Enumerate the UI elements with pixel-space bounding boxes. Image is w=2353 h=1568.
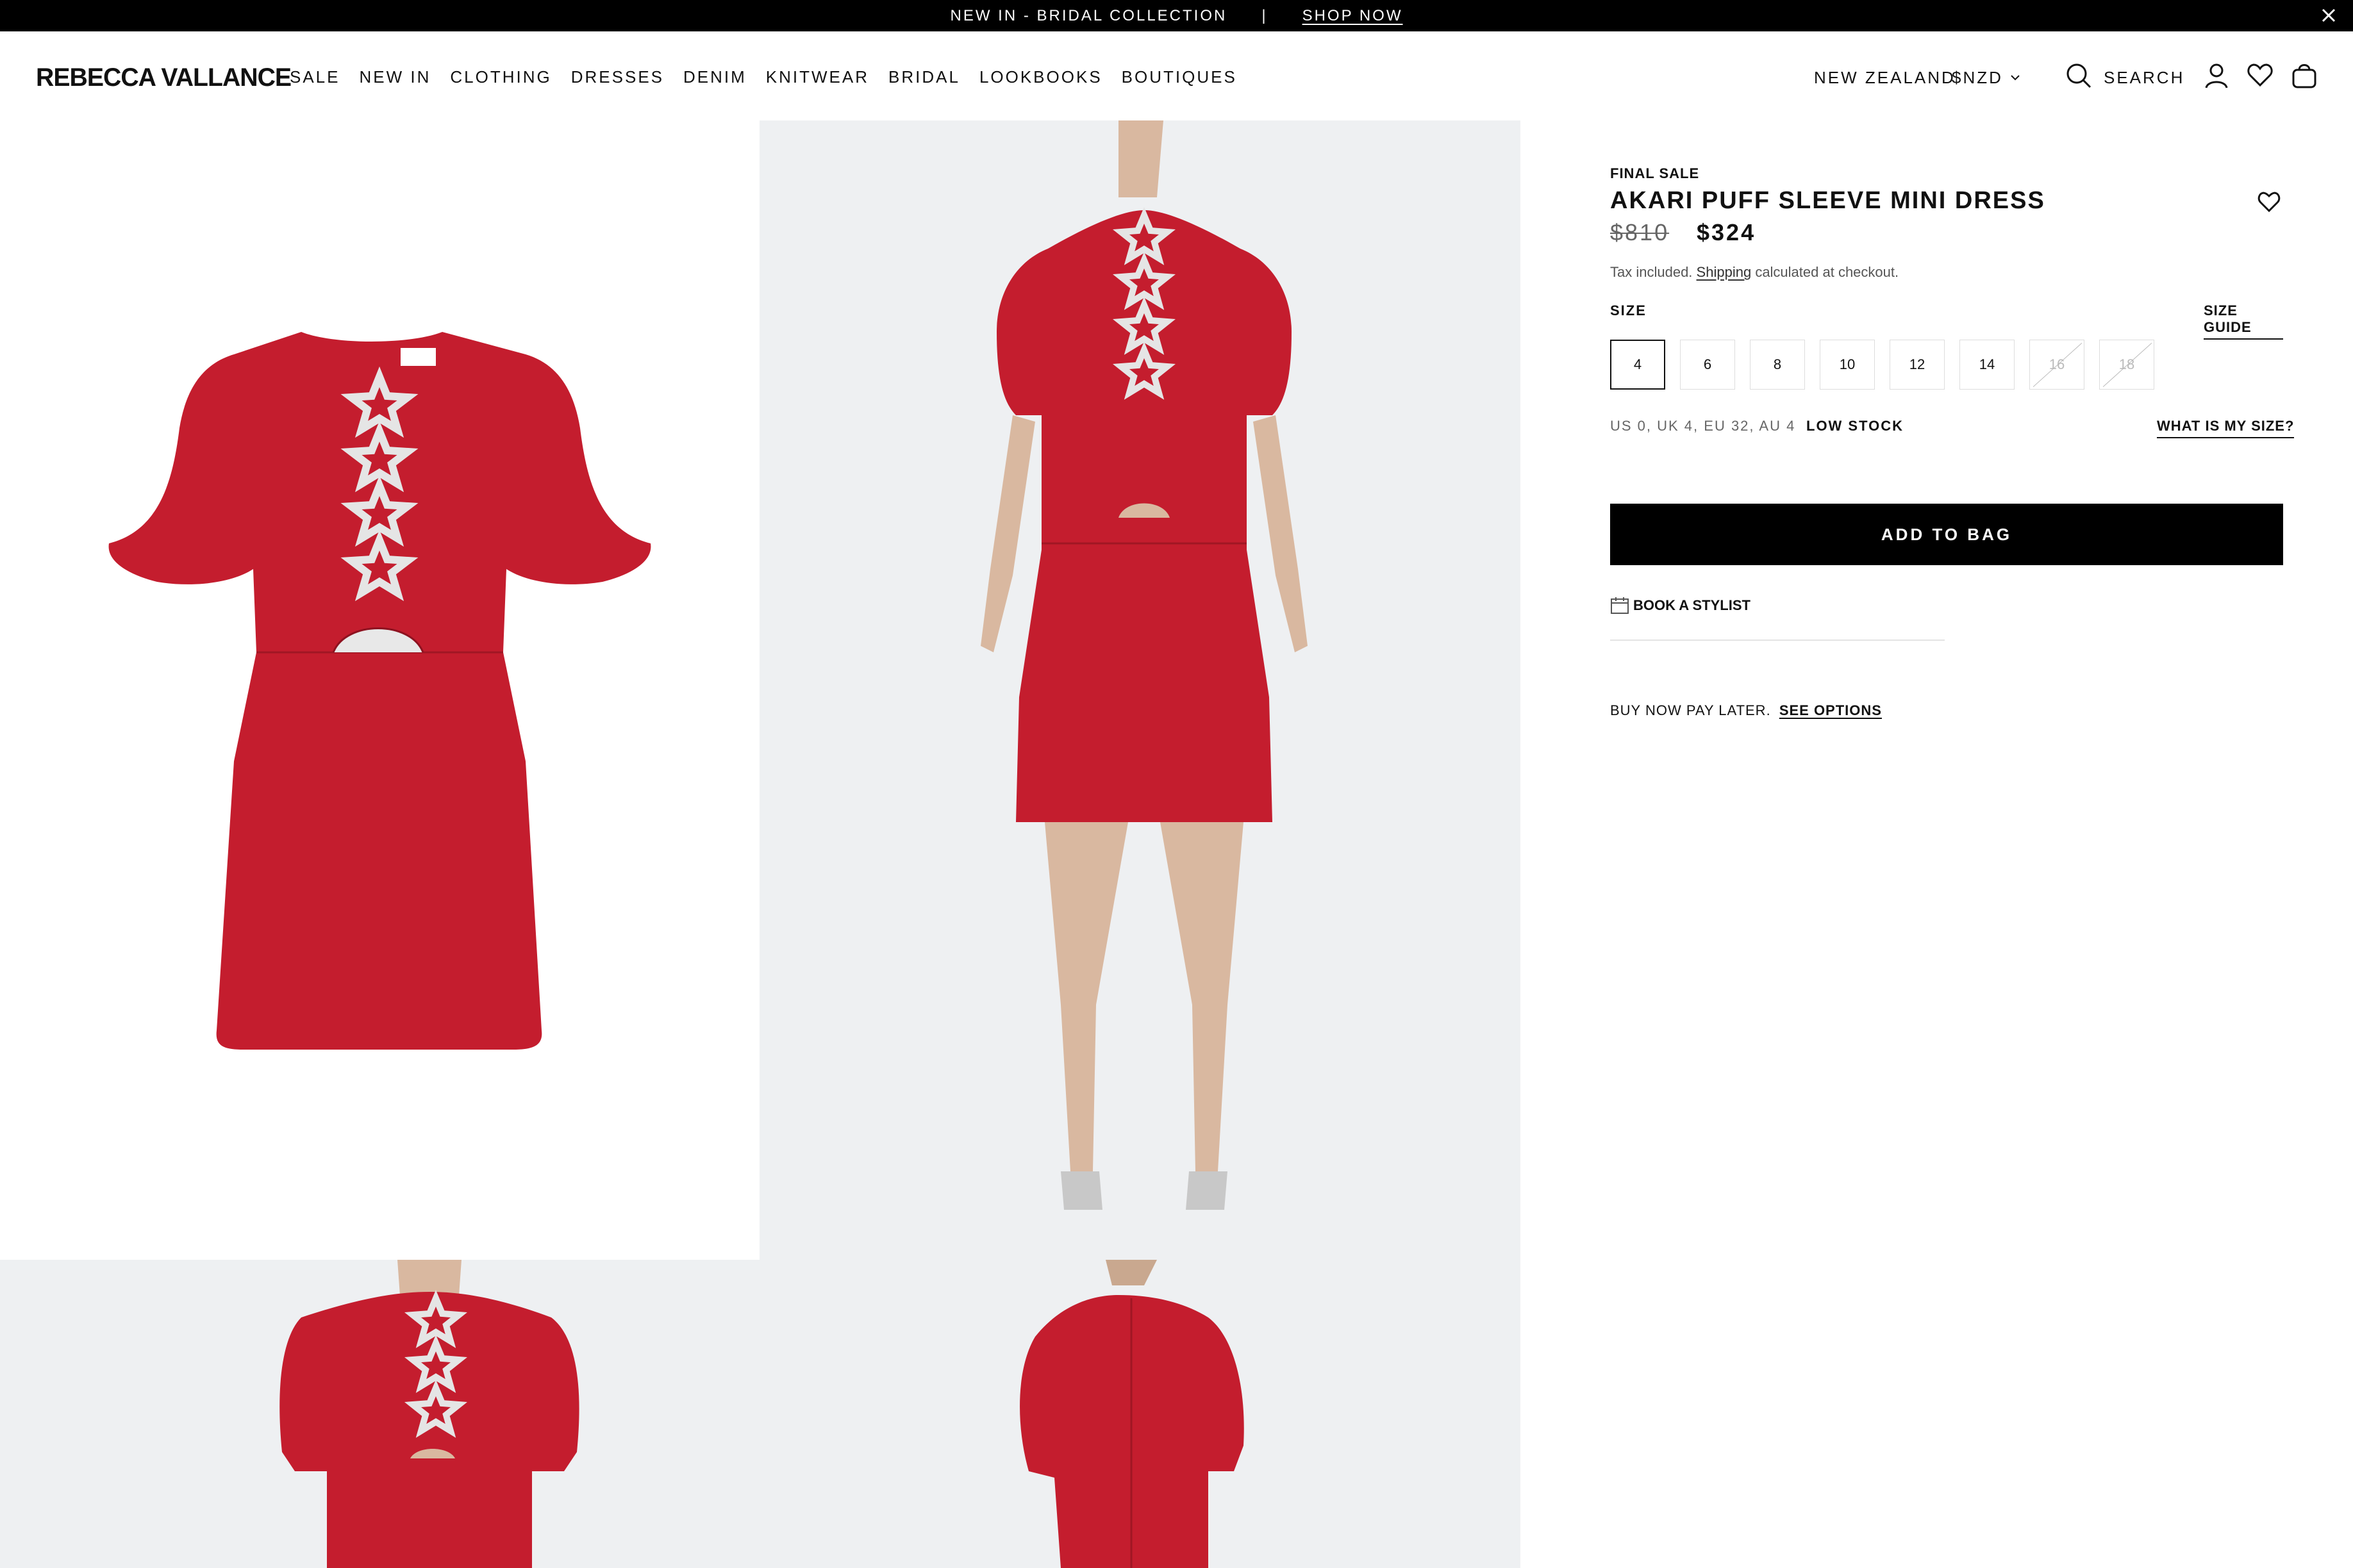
model-front-illustration [760, 120, 1520, 1260]
sale-price: $324 [1697, 219, 1756, 245]
dress-flat-illustration [108, 332, 651, 1050]
bnpl-text: BUY NOW PAY LATER. [1610, 702, 1771, 718]
announcement-text: NEW IN - BRIDAL COLLECTION [950, 6, 1227, 24]
size-option-14[interactable]: 14 [1959, 340, 2015, 390]
calendar-icon [1611, 597, 1629, 614]
tax-note: Tax included. Shipping calculated at che… [1610, 264, 1899, 281]
what-is-my-size-link[interactable]: WHAT IS MY SIZE? [2157, 418, 2295, 438]
country-selector[interactable]: NEW ZEALAND [1814, 68, 1956, 88]
shopping-bag-icon[interactable] [2291, 61, 2317, 89]
account-icon[interactable] [2204, 62, 2229, 89]
close-icon[interactable] [2318, 5, 2339, 26]
tax-suffix: calculated at checkout. [1755, 264, 1899, 280]
nav-item-bridal[interactable]: BRIDAL [888, 67, 960, 87]
currency-selector[interactable]: $NZD [1952, 68, 2003, 88]
stock-status: LOW STOCK [1806, 418, 1904, 434]
main-nav: SALE NEW IN CLOTHING DRESSES DENIM KNITW… [290, 67, 1256, 87]
size-selector: 4 6 8 10 12 14 16 18 [1610, 340, 2169, 390]
announcement-bar: NEW IN - BRIDAL COLLECTION | SHOP NOW [0, 0, 2353, 31]
brand-logo[interactable]: REBECCA VALLANCE [36, 63, 292, 92]
product-image-model-front[interactable] [760, 120, 1520, 1260]
divider [1610, 640, 1945, 641]
shipping-link[interactable]: Shipping [1697, 264, 1752, 280]
size-option-6[interactable]: 6 [1680, 340, 1735, 390]
original-price: $810 [1610, 219, 1670, 245]
announcement-separator: | [1261, 6, 1268, 24]
size-option-4[interactable]: 4 [1610, 340, 1665, 390]
product-image-flat[interactable] [0, 120, 760, 1260]
nav-item-lookbooks[interactable]: LOOKBOOKS [979, 67, 1102, 87]
book-stylist-link[interactable]: BOOK A STYLIST [1610, 596, 1750, 615]
size-option-8[interactable]: 8 [1750, 340, 1805, 390]
size-option-12[interactable]: 12 [1890, 340, 1945, 390]
nav-item-sale[interactable]: SALE [290, 67, 340, 87]
heart-icon[interactable] [2257, 191, 2281, 213]
model-back-illustration [760, 1260, 1520, 1568]
nav-item-dresses[interactable]: DRESSES [571, 67, 664, 87]
see-options-link[interactable]: SEE OPTIONS [1779, 702, 1882, 718]
size-conversion: US 0, UK 4, EU 32, AU 4 [1610, 418, 1796, 434]
book-stylist-label: BOOK A STYLIST [1633, 597, 1750, 613]
wishlist-icon[interactable] [2247, 62, 2274, 88]
product-image-closeup-front[interactable] [0, 1260, 760, 1568]
buy-now-pay-later: BUY NOW PAY LATER. SEE OPTIONS [1610, 702, 1882, 719]
nav-item-knitwear[interactable]: KNITWEAR [766, 67, 869, 87]
nav-item-clothing[interactable]: CLOTHING [450, 67, 551, 87]
size-label: SIZE [1610, 302, 1647, 318]
nav-item-boutiques[interactable]: BOUTIQUES [1122, 67, 1237, 87]
chevron-down-icon[interactable] [2009, 72, 2021, 83]
shop-now-link[interactable]: SHOP NOW [1302, 7, 1403, 25]
final-sale-badge: FINAL SALE [1610, 165, 1700, 181]
size-guide-link[interactable]: SIZE GUIDE [2204, 302, 2283, 340]
search-button-label[interactable]: SEARCH [2104, 68, 2184, 88]
nav-item-new-in[interactable]: NEW IN [360, 67, 431, 87]
product-image-back[interactable] [760, 1260, 1520, 1568]
product-title: AKARI PUFF SLEEVE MINI DRESS [1610, 187, 2045, 214]
search-icon[interactable] [2065, 62, 2092, 89]
site-header: REBECCA VALLANCE SALE NEW IN CLOTHING DR… [0, 31, 2353, 120]
nav-item-denim[interactable]: DENIM [683, 67, 747, 87]
tax-prefix: Tax included. [1610, 264, 1693, 280]
model-closeup-illustration [0, 1260, 760, 1568]
size-option-18[interactable]: 18 [2099, 340, 2154, 390]
size-option-16[interactable]: 16 [2029, 340, 2084, 390]
add-to-bag-button[interactable]: ADD TO BAG [1610, 504, 2283, 565]
size-option-10[interactable]: 10 [1820, 340, 1875, 390]
